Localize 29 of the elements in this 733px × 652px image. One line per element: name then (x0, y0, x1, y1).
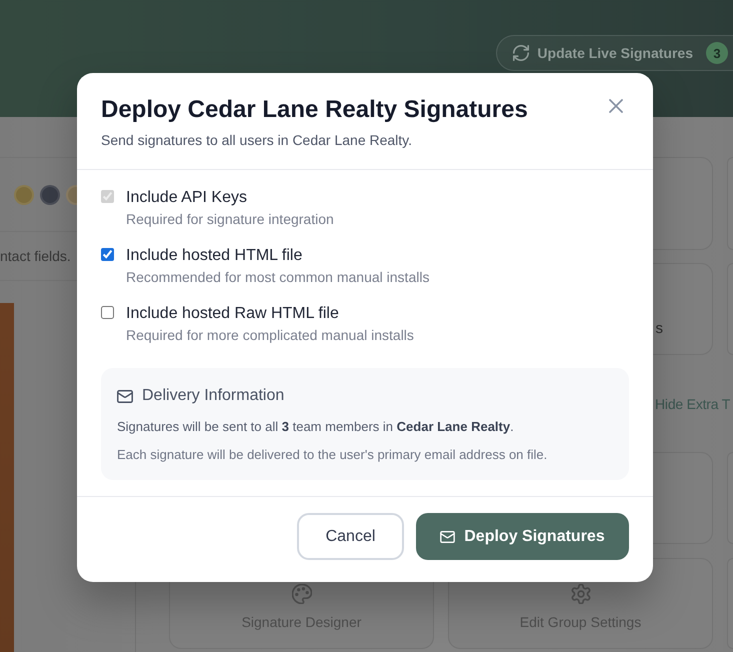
update-live-signatures-button[interactable]: Update Live Signatures 3 (496, 35, 733, 71)
dialog-subtitle: Send signatures to all users in Cedar Lane Realty. (101, 131, 414, 150)
toggle-link[interactable]: Hide Extra T (655, 396, 730, 412)
option-description: Required for signature integration (126, 210, 334, 229)
deploy-button[interactable]: Deploy Signatures (416, 513, 629, 560)
color-swatch-icon[interactable] (14, 184, 34, 204)
option-label: Include hosted Raw HTML file (126, 304, 340, 324)
mail-icon (440, 530, 456, 542)
refresh-icon (513, 45, 530, 61)
cancel-button[interactable]: Cancel (297, 513, 404, 560)
hint-text: ntact fields. (0, 248, 71, 264)
card-label: s (656, 320, 663, 338)
option-description: Recommended for most common manual installs (126, 268, 430, 287)
count-badge: 3 (706, 42, 728, 64)
mail-icon (117, 390, 133, 402)
option-label: Include hosted HTML file (126, 246, 304, 266)
color-swatch-icon[interactable] (40, 184, 60, 204)
palette-icon (292, 584, 312, 604)
close-icon (609, 99, 623, 113)
info-text: Each signature will be delivered to the user's primary email address on file. (117, 446, 548, 464)
option-description: Required for more complicated manual installs (126, 326, 414, 345)
dialog-title: Deploy Cedar Lane Realty Signatures (101, 95, 528, 125)
close-button[interactable] (609, 99, 623, 113)
info-title: Delivery Information (142, 387, 284, 405)
gear-icon (570, 584, 590, 604)
checkbox[interactable] (101, 248, 114, 261)
option-label: Include API Keys (126, 188, 248, 208)
checkbox[interactable] (101, 306, 114, 319)
info-text: Signatures will be sent to all 3 team members in Cedar Lane Realty. (117, 418, 515, 436)
